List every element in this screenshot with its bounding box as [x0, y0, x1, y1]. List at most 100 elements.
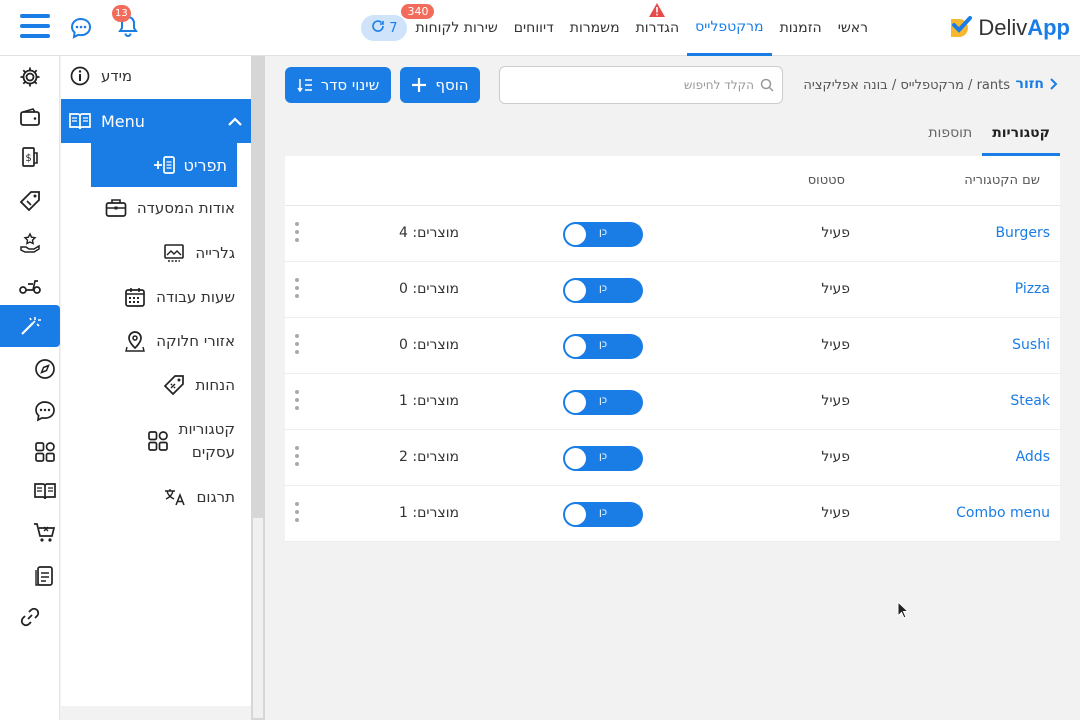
table-row[interactable]: Adds פעיל כן מוצרים: 2	[285, 430, 1060, 486]
row-actions-kebab-icon[interactable]	[294, 278, 300, 302]
sidebar-scrollbar[interactable]	[251, 56, 265, 720]
nav-label: הזמנות	[779, 20, 822, 36]
open-book-icon[interactable]	[24, 470, 66, 512]
nav-settings[interactable]: הגדרות	[628, 0, 687, 56]
category-name-link[interactable]: Pizza	[1015, 281, 1050, 297]
tab-addons[interactable]: תוספות	[918, 122, 982, 156]
category-name-link[interactable]: Combo menu	[956, 505, 1050, 521]
sidebar-item-label: גלרייה	[195, 244, 235, 262]
nav-shifts[interactable]: משמרות	[562, 0, 628, 56]
category-name-link[interactable]: Sushi	[1012, 337, 1050, 353]
table-row[interactable]: Steak פעיל כן מוצרים: 1	[285, 374, 1060, 430]
table-row[interactable]: Sushi פעיל כן מוצרים: 0	[285, 318, 1060, 374]
nav-customer-service[interactable]: 340 שירות לקוחות	[401, 0, 505, 56]
row-actions-kebab-icon[interactable]	[294, 502, 300, 526]
category-name-link[interactable]: Adds	[1016, 449, 1050, 465]
reorder-button[interactable]: שינוי סדר	[285, 67, 391, 103]
svg-text:$: $	[25, 153, 31, 164]
sidebar-item-translation[interactable]: תרגום	[91, 486, 241, 508]
nav-label: דיווחים	[513, 20, 554, 36]
document-list-icon[interactable]	[24, 555, 66, 597]
chat-icon[interactable]	[70, 17, 92, 39]
briefcase-icon	[105, 198, 127, 218]
hand-star-icon[interactable]	[0, 222, 60, 264]
add-button[interactable]: הוסף	[400, 67, 480, 103]
column-header-status: סטטוס	[807, 173, 845, 188]
sidebar-item-working-hours[interactable]: שעות עבודה	[91, 286, 241, 308]
scrollbar-thumb[interactable]	[253, 518, 263, 718]
sidebar-item-label: תרגום	[196, 488, 235, 506]
active-toggle[interactable]: כן	[563, 222, 643, 247]
add-label: הוסף	[435, 76, 469, 94]
link-icon[interactable]	[0, 596, 60, 638]
active-toggle[interactable]: כן	[563, 502, 643, 527]
table-row[interactable]: Pizza פעיל כן מוצרים: 0	[285, 262, 1060, 318]
back-button[interactable]: חזור	[1016, 76, 1058, 92]
back-label: חזור	[1015, 76, 1044, 92]
receipt-money-icon[interactable]: $	[0, 136, 60, 178]
toggle-label: כן	[599, 451, 608, 462]
category-status: פעיל	[821, 393, 850, 409]
active-toggle[interactable]: כן	[563, 446, 643, 471]
active-toggle[interactable]: כן	[563, 278, 643, 303]
wallet-icon[interactable]	[0, 96, 60, 138]
row-actions-kebab-icon[interactable]	[294, 446, 300, 470]
scooter-icon[interactable]	[0, 264, 60, 306]
category-name-link[interactable]: Burgers	[995, 225, 1050, 241]
table-row[interactable]: Combo menu פעיל כן מוצרים: 1	[285, 486, 1060, 542]
hamburger-menu-icon[interactable]	[20, 14, 50, 40]
row-actions-kebab-icon[interactable]	[294, 222, 300, 246]
nav-label: שירות לקוחות	[415, 20, 498, 36]
sidebar-item-gallery[interactable]: גלרייה	[91, 242, 241, 264]
nav-orders[interactable]: הזמנות	[772, 0, 830, 56]
category-status: פעיל	[821, 449, 850, 465]
active-toggle[interactable]: כן	[563, 334, 643, 359]
category-name-link[interactable]: Steak	[1010, 393, 1050, 409]
active-toggle[interactable]: כן	[563, 390, 643, 415]
add-list-icon	[153, 155, 176, 175]
nav-reports[interactable]: דיווחים	[506, 0, 562, 56]
category-status: פעיל	[821, 337, 850, 353]
nav-home[interactable]: ראשי	[830, 0, 876, 56]
search-input[interactable]	[514, 78, 754, 92]
sidebar-item-info[interactable]: מידע	[69, 65, 259, 87]
sidebar-item-label: מידע	[101, 67, 133, 85]
sidebar-item-label-line2: עסקים	[191, 443, 235, 461]
sidebar-item-business-categories[interactable]: קטגוריות עסקים	[91, 418, 241, 464]
toggle-label: כן	[599, 339, 608, 350]
magic-wand-icon[interactable]	[0, 305, 60, 347]
sidebar-item-about[interactable]: אודות המסעדה	[91, 197, 241, 219]
toggle-knob	[565, 504, 586, 525]
warning-icon	[648, 2, 666, 18]
cart-remove-icon[interactable]	[24, 512, 66, 554]
chat-bubble-icon[interactable]	[24, 390, 66, 432]
toggle-label: כן	[599, 283, 608, 294]
row-actions-kebab-icon[interactable]	[294, 390, 300, 414]
sidebar-item-discounts[interactable]: הנחות	[91, 374, 241, 396]
tab-categories[interactable]: קטגוריות	[982, 122, 1060, 156]
logo-suffix: App	[1027, 15, 1070, 40]
sidebar-item-menu-list[interactable]: תפריט	[91, 143, 237, 187]
nav-marketplace[interactable]: מרקטפלייס	[687, 0, 772, 56]
category-status: פעיל	[821, 505, 850, 521]
search-icon	[760, 78, 774, 92]
sidebar-item-delivery-zones[interactable]: אזורי חלוקה	[91, 330, 241, 352]
queue-pill[interactable]: 7	[361, 15, 408, 41]
delivapp-logo[interactable]: DelivApp	[948, 10, 1070, 46]
map-pin-icon	[124, 330, 146, 352]
table-header: שם הקטגוריה סטטוס	[285, 156, 1060, 206]
sidebar-item-label-line1: קטגוריות	[178, 420, 235, 438]
toggle-label: כן	[599, 395, 608, 406]
reorder-label: שינוי סדר	[320, 76, 380, 94]
search-box[interactable]	[499, 66, 783, 104]
compass-icon[interactable]	[24, 348, 66, 390]
top-bar: 13 7 340 שירות לקוחות דיווחים משמרות הגד…	[0, 0, 1080, 56]
toggle-knob	[565, 224, 586, 245]
menu-section-header[interactable]: Menu	[61, 99, 251, 143]
grid-apps-icon[interactable]	[24, 431, 66, 473]
sidebar-item-label: שעות עבודה	[156, 288, 235, 306]
price-tag-icon[interactable]	[0, 180, 60, 222]
settings-gear-icon[interactable]	[0, 56, 60, 98]
table-row[interactable]: Burgers פעיל כן מוצרים: 4	[285, 206, 1060, 262]
row-actions-kebab-icon[interactable]	[294, 334, 300, 358]
